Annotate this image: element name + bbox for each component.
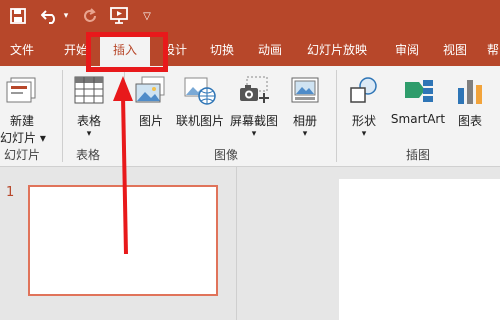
annotation-arrow (113, 76, 133, 255)
